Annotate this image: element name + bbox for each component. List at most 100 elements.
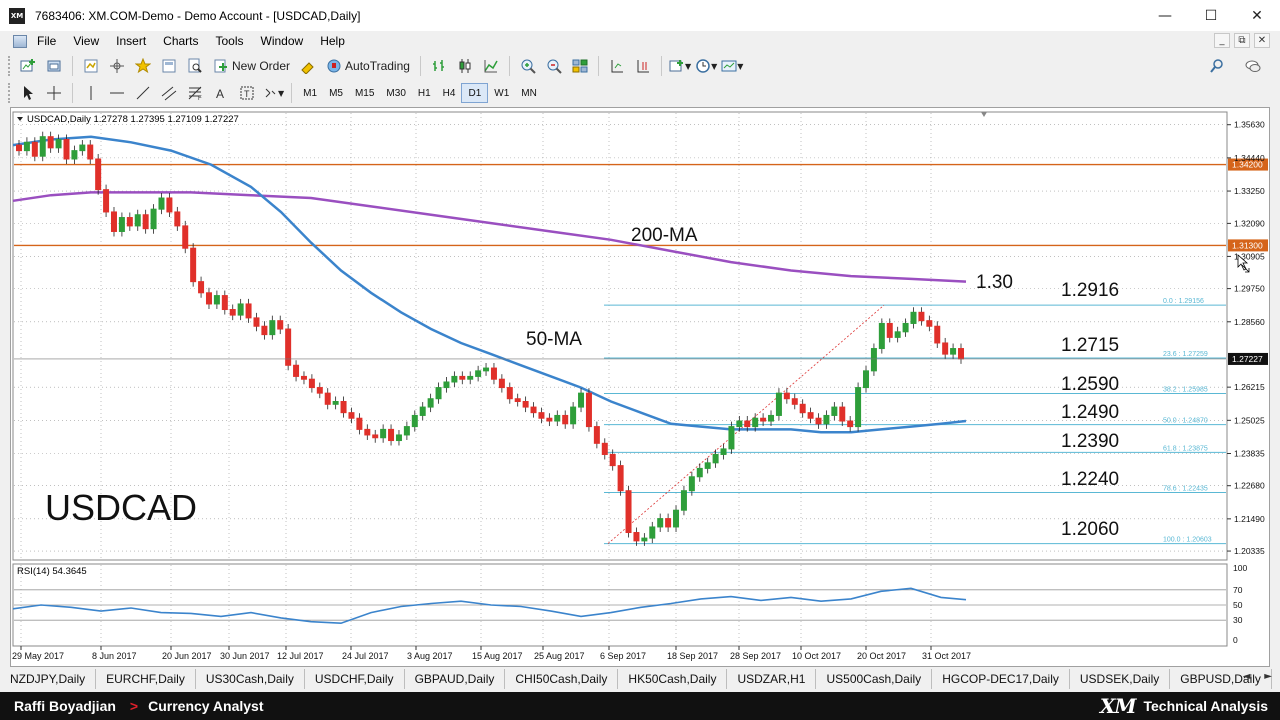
chart-close-button[interactable]: ✕: [1254, 33, 1270, 48]
autotrading-button[interactable]: AutoTrading: [323, 55, 413, 77]
menu-view[interactable]: View: [73, 34, 110, 48]
maximize-button[interactable]: ☐: [1188, 0, 1234, 31]
chart-document-icon[interactable]: [13, 34, 27, 48]
timeframe-h4[interactable]: H4: [437, 83, 462, 103]
level-annotation: 1.2390: [1061, 431, 1119, 452]
bullish-candle: [467, 375, 474, 380]
timeframe-m30[interactable]: M30: [380, 83, 411, 103]
bearish-candle: [665, 518, 672, 528]
profiles-button[interactable]: [43, 55, 65, 77]
fibonacci-button[interactable]: F: [184, 82, 206, 104]
metaeditor-button[interactable]: [297, 55, 319, 77]
bullish-candle: [213, 295, 220, 305]
tab-chi50cash[interactable]: CHI50Cash,Daily: [505, 669, 619, 689]
timeframe-mn[interactable]: MN: [515, 83, 543, 103]
horizontal-line-button[interactable]: [106, 82, 128, 104]
candlestick-button[interactable]: [454, 55, 476, 77]
timeframe-m15[interactable]: M15: [349, 83, 380, 103]
chat-button[interactable]: [1242, 55, 1264, 77]
menu-file[interactable]: File: [37, 34, 67, 48]
search-button[interactable]: [1206, 55, 1228, 77]
date-tick-label: 24 Jul 2017: [342, 651, 389, 661]
chart-tabs: NZDJPY,Daily EURCHF,Daily US30Cash,Daily…: [0, 668, 1280, 690]
market-watch-button[interactable]: [80, 55, 102, 77]
arrows-button[interactable]: ▼: [262, 82, 284, 104]
timeframe-h1[interactable]: H1: [412, 83, 437, 103]
zoom-out-button[interactable]: [543, 55, 565, 77]
bullish-candle: [855, 387, 862, 428]
tab-us500cash[interactable]: US500Cash,Daily: [816, 669, 933, 689]
templates-button[interactable]: ▼: [721, 55, 743, 77]
navigator-button[interactable]: [132, 55, 154, 77]
tab-usdsek[interactable]: USDSEK,Daily: [1070, 669, 1171, 689]
tab-hk50cash[interactable]: HK50Cash,Daily: [618, 669, 728, 689]
rsi-tick-label: 0: [1233, 635, 1238, 645]
fib-level-label: 0.0 : 1.29156: [1163, 298, 1204, 305]
bearish-candle: [16, 144, 22, 152]
timeframe-d1[interactable]: D1: [461, 83, 489, 103]
toolbar-grip[interactable]: [8, 83, 11, 103]
bearish-candle: [799, 403, 806, 414]
scroll-right-icon[interactable]: ►: [1264, 671, 1272, 682]
cursor-tool-button[interactable]: [17, 82, 39, 104]
toolbar-grip[interactable]: [8, 56, 11, 76]
strategy-tester-button[interactable]: [184, 55, 206, 77]
crosshair-tool-button[interactable]: [43, 82, 65, 104]
trendline-button[interactable]: [132, 82, 154, 104]
vertical-line-button[interactable]: [80, 82, 102, 104]
candlestick-icon: [459, 59, 471, 73]
minimize-button[interactable]: —: [1142, 0, 1188, 31]
bearish-candle: [609, 453, 616, 467]
bearish-candle: [459, 375, 466, 380]
price-tick-label: 1.33250: [1234, 186, 1265, 196]
autoscroll-button[interactable]: [632, 55, 654, 77]
chart-minimize-button[interactable]: _: [1214, 33, 1230, 48]
new-order-button[interactable]: New Order: [210, 55, 293, 77]
equidistant-channel-button[interactable]: [158, 82, 180, 104]
chart-restore-button[interactable]: ⧉: [1234, 33, 1250, 48]
scroll-left-icon[interactable]: ◄: [1243, 671, 1251, 682]
price-chart[interactable]: 1.342001.31300 0.0 : 1.2915623.6 : 1.272…: [11, 108, 1269, 666]
timeframe-w1[interactable]: W1: [488, 83, 515, 103]
bearish-candle: [166, 197, 173, 213]
menu-help[interactable]: Help: [320, 34, 356, 48]
tab-eurchf[interactable]: EURCHF,Daily: [96, 669, 196, 689]
tab-us30cash[interactable]: US30Cash,Daily: [196, 669, 305, 689]
menu-tools[interactable]: Tools: [216, 34, 255, 48]
tab-nzdjpy[interactable]: NZDJPY,Daily: [0, 669, 97, 689]
timeframe-m5[interactable]: M5: [323, 83, 349, 103]
bearish-candle: [229, 309, 236, 316]
tile-windows-button[interactable]: [569, 55, 591, 77]
tab-gbpaud[interactable]: GBPAUD,Daily: [405, 669, 506, 689]
chart-window[interactable]: 1.34200 1.31300 0.0 : 1.29156 23.6 : 1.272…: [10, 107, 1270, 667]
bearish-candle: [744, 420, 751, 428]
menu-window[interactable]: Window: [261, 34, 315, 48]
menu-insert[interactable]: Insert: [116, 34, 157, 48]
current-price-label: 1.27227: [1232, 354, 1263, 364]
line-chart-button[interactable]: [480, 55, 502, 77]
bar-chart-button[interactable]: [428, 55, 450, 77]
close-button[interactable]: ✕: [1234, 0, 1280, 31]
menu-charts[interactable]: Charts: [163, 34, 209, 48]
bullish-candle: [831, 406, 838, 416]
tab-usdzar[interactable]: USDZAR,H1: [727, 669, 817, 689]
brand-text: Technical Analysis: [1143, 698, 1269, 714]
fib-level-label: 23.6 : 1.27259: [1163, 351, 1208, 358]
terminal-button[interactable]: [158, 55, 180, 77]
indicators-button[interactable]: ▼: [669, 55, 691, 77]
bullish-candle: [910, 311, 917, 324]
tab-usdchf[interactable]: USDCHF,Daily: [305, 669, 405, 689]
timeframe-m1[interactable]: M1: [297, 83, 323, 103]
text-tool-button[interactable]: A: [210, 82, 232, 104]
data-window-button[interactable]: [106, 55, 128, 77]
bearish-candle: [546, 417, 553, 422]
text-label-button[interactable]: T: [236, 82, 258, 104]
new-chart-button[interactable]: [17, 55, 39, 77]
text-label-icon: T: [240, 86, 254, 100]
bearish-candle: [958, 348, 964, 360]
periods-button[interactable]: ▼: [695, 55, 717, 77]
chart-shift-button[interactable]: [606, 55, 628, 77]
toolbar-separator: [72, 83, 73, 103]
tab-hgcop-dec17[interactable]: HGCOP-DEC17,Daily: [932, 669, 1070, 689]
zoom-in-button[interactable]: [517, 55, 539, 77]
